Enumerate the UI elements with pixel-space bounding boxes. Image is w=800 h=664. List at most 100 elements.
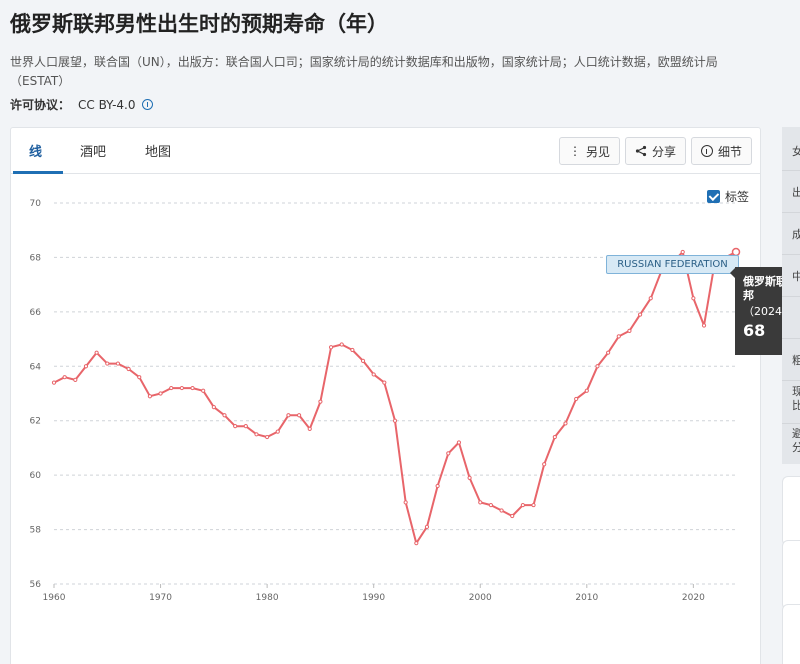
right-side-panel: 女 出 成 中 粗 现比 避分 xyxy=(782,127,800,464)
y-tick-label: 60 xyxy=(30,471,42,481)
data-point xyxy=(275,429,280,434)
x-tick-label: 1960 xyxy=(43,593,66,603)
data-point xyxy=(552,434,557,440)
data-point xyxy=(574,396,579,402)
data-point xyxy=(446,451,451,456)
data-point xyxy=(435,483,440,489)
series-line xyxy=(53,251,737,545)
data-point xyxy=(510,513,515,519)
license-label: 许可协议： xyxy=(10,98,71,112)
data-point xyxy=(179,385,184,391)
data-point xyxy=(83,364,89,369)
data-point xyxy=(701,323,707,328)
divider xyxy=(782,380,800,381)
data-point xyxy=(62,375,67,380)
license-value[interactable]: CC BY-4.0 xyxy=(78,98,135,112)
x-tick-label: 1980 xyxy=(256,593,279,603)
data-point xyxy=(637,312,643,317)
y-tick-label: 68 xyxy=(30,253,42,263)
data-sources: 世界人口展望，联合国（UN），出版方：联合国人口司；国家统计局的统计数据库和出版… xyxy=(10,55,718,88)
data-point xyxy=(147,394,153,399)
right-panel-item[interactable]: 粗 xyxy=(792,352,800,368)
data-point xyxy=(606,350,611,355)
data-point xyxy=(350,347,355,353)
data-point xyxy=(94,350,99,355)
data-point xyxy=(360,358,366,363)
data-point xyxy=(201,388,206,393)
x-tick-label: 2020 xyxy=(682,593,705,603)
data-point xyxy=(51,380,57,385)
data-point xyxy=(339,342,344,347)
data-point xyxy=(414,541,419,546)
x-tick-label: 2010 xyxy=(575,593,598,603)
data-point xyxy=(424,524,430,529)
related-card[interactable] xyxy=(782,476,800,546)
data-point xyxy=(531,502,536,508)
data-point xyxy=(584,388,589,393)
y-tick-label: 64 xyxy=(30,362,42,372)
data-point xyxy=(243,424,248,429)
y-tick-label: 58 xyxy=(30,526,42,536)
right-panel-item[interactable]: 中 xyxy=(792,268,800,284)
line-chart: 56 58 60 62 64 66 68 70 1960 1970 1980 1990 2000 2010… xyxy=(30,199,741,603)
y-tick-label: 70 xyxy=(30,199,42,209)
data-point xyxy=(595,364,600,369)
data-point xyxy=(520,502,525,508)
data-point xyxy=(137,375,142,380)
data-point xyxy=(680,249,685,255)
data-point xyxy=(254,432,259,437)
data-point xyxy=(318,399,323,404)
x-tick-label: 1990 xyxy=(362,593,385,603)
data-point xyxy=(648,296,653,301)
data-point xyxy=(169,385,174,391)
divider xyxy=(782,296,800,297)
labels-toggle-label: 标签 xyxy=(725,190,750,204)
data-point xyxy=(265,434,270,440)
divider xyxy=(782,423,800,424)
data-point xyxy=(328,345,334,350)
data-point xyxy=(382,380,387,385)
data-point xyxy=(190,385,195,391)
chart-card: 线 酒吧 地图 ⋮ 另见 分享 细节 56 58 60 62 64 66 68 70 1960 1… xyxy=(10,127,761,664)
data-point xyxy=(371,372,376,377)
data-point xyxy=(403,500,408,505)
right-panel-item[interactable]: 避分 xyxy=(792,427,800,455)
data-point xyxy=(499,508,504,513)
data-point xyxy=(542,462,547,467)
data-point xyxy=(691,296,696,301)
y-tick-label: 56 xyxy=(30,580,42,590)
data-point xyxy=(126,366,131,372)
page-title: 俄罗斯联邦男性出生时的预期寿命（年） xyxy=(10,12,388,36)
x-tick-label: 1970 xyxy=(149,593,172,603)
related-card[interactable] xyxy=(782,540,800,610)
y-tick-label: 62 xyxy=(30,417,41,427)
data-point xyxy=(296,413,302,418)
labels-toggle[interactable]: 标签 xyxy=(707,188,749,205)
data-point xyxy=(488,502,494,508)
right-panel-item[interactable]: 女 xyxy=(792,143,800,159)
data-point xyxy=(627,328,632,334)
right-panel-item[interactable]: 出 xyxy=(792,184,800,200)
right-panel-item[interactable]: 成 xyxy=(792,226,800,242)
x-tick-label: 2000 xyxy=(469,593,492,603)
data-point xyxy=(307,426,312,431)
divider xyxy=(782,254,800,255)
data-point xyxy=(563,421,568,426)
data-point xyxy=(233,424,238,429)
data-point xyxy=(222,413,227,418)
info-icon[interactable] xyxy=(142,99,154,110)
data-point xyxy=(115,361,121,366)
data-point xyxy=(158,391,163,396)
right-panel-item[interactable]: 现比 xyxy=(792,385,800,413)
data-point xyxy=(478,500,483,505)
license-row: 许可协议： CC BY-4.0 xyxy=(10,96,154,113)
divider xyxy=(782,338,800,339)
data-point xyxy=(105,361,110,366)
data-point xyxy=(467,475,472,480)
series-label-tag: RUSSIAN FEDERATION xyxy=(606,255,739,274)
labels-checkbox[interactable] xyxy=(707,190,720,203)
data-point xyxy=(392,418,398,423)
y-tick-label: 66 xyxy=(30,308,42,318)
related-card[interactable] xyxy=(782,604,800,664)
data-point xyxy=(286,413,291,418)
